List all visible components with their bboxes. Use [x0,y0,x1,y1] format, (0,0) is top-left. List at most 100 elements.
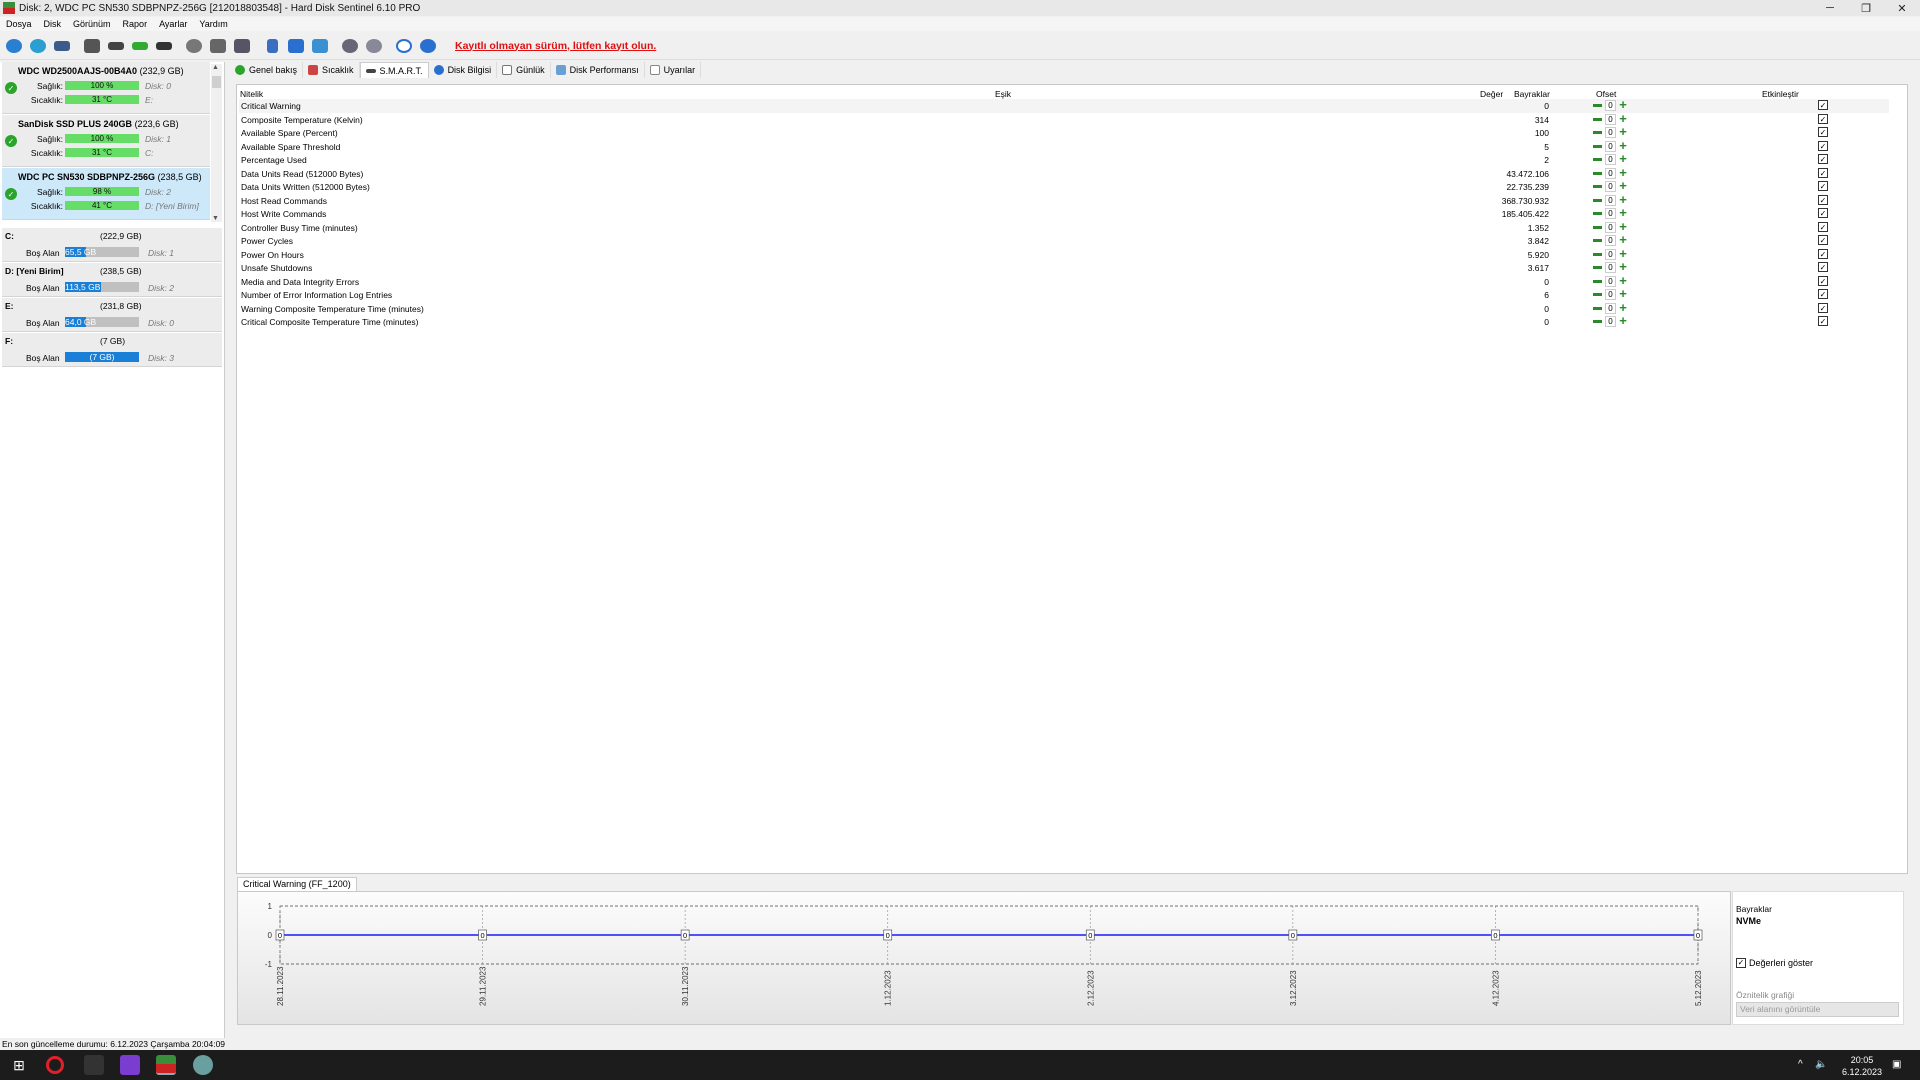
smart-row[interactable]: Media and Data Integrity Errors 0 0 + ✓ [239,274,1889,289]
offset-increase-button[interactable]: + [1617,166,1629,179]
offset-increase-button[interactable]: + [1617,179,1629,192]
disk-card-2[interactable]: WDC PC SN530 SDBPNPZ-256G (238,5 GB) ✓ S… [2,168,210,220]
smart-row[interactable]: Critical Composite Temperature Time (min… [239,314,1889,329]
col-value[interactable]: Değer [1480,89,1503,99]
offset-value[interactable]: 0 [1605,275,1616,287]
disk-surface-icon[interactable] [105,35,127,57]
app-icon-3[interactable] [193,1055,213,1075]
enable-checkbox[interactable]: ✓ [1818,221,1828,232]
offset-decrease-button[interactable] [1591,181,1604,192]
col-enable[interactable]: Etkinleştir [1762,89,1799,99]
list-icon[interactable] [51,35,73,57]
refresh-icon[interactable] [3,35,25,57]
start-icon[interactable]: ⊞ [9,1055,29,1075]
col-threshold[interactable]: Eşik [995,89,1011,99]
smart-row[interactable]: Available Spare Threshold 5 0 + ✓ [239,139,1889,154]
offset-value[interactable]: 0 [1605,235,1616,246]
offset-increase-button[interactable]: + [1617,314,1629,327]
disk-check-icon[interactable] [129,35,151,57]
offset-increase-button[interactable]: + [1617,301,1629,314]
offset-decrease-button[interactable] [1591,289,1604,300]
offset-increase-button[interactable]: + [1617,220,1629,233]
col-offset[interactable]: Ofset [1596,89,1616,99]
offset-increase-button[interactable]: + [1617,125,1629,138]
offset-value[interactable]: 0 [1605,167,1616,179]
offset-increase-button[interactable]: + [1617,247,1629,260]
offset-value[interactable]: 0 [1605,221,1616,233]
offset-decrease-button[interactable] [1591,262,1604,273]
disk-list-scrollbar[interactable]: ▲ ▼ [211,64,222,222]
disk-settings-icon[interactable] [153,35,175,57]
smart-row[interactable]: Available Spare (Percent) 100 0 + ✓ [239,125,1889,140]
enable-checkbox[interactable]: ✓ [1818,248,1828,259]
enable-checkbox[interactable]: ✓ [1818,194,1828,205]
volume-card-c[interactable]: C: (222,9 GB) Boş Alan 65,5 GB Disk: 1 [2,228,222,262]
speaker-icon[interactable]: 🔈 [1815,1059,1827,1070]
offset-value[interactable]: 0 [1605,289,1616,300]
offset-decrease-button[interactable] [1591,235,1604,246]
disk-info-icon[interactable] [183,35,205,57]
checkbox-icon[interactable]: ✓ [1736,958,1746,968]
enable-checkbox[interactable]: ✓ [1818,113,1828,124]
smart-row[interactable]: Composite Temperature (Kelvin) 314 0 + ✓ [239,112,1889,127]
minimize-icon[interactable]: ─ [1812,0,1848,16]
enable-checkbox[interactable]: ✓ [1818,275,1828,286]
menu-settings[interactable]: Ayarlar [153,19,193,29]
offset-increase-button[interactable]: + [1617,287,1629,300]
offset-increase-button[interactable]: + [1617,112,1629,125]
smart-row[interactable]: Host Write Commands 185.405.422 0 + ✓ [239,206,1889,221]
offset-value[interactable]: 0 [1605,208,1616,219]
offset-increase-button[interactable]: + [1617,206,1629,219]
scroll-up-icon[interactable]: ▲ [212,64,219,71]
smart-row[interactable]: Data Units Read (512000 Bytes) 43.472.106… [239,166,1889,181]
smart-row[interactable]: Number of Error Information Log Entries 6… [239,287,1889,302]
enable-checkbox[interactable]: ✓ [1818,181,1828,191]
offset-increase-button[interactable]: + [1617,98,1629,111]
offset-increase-button[interactable]: + [1617,139,1629,152]
hd-sentinel-taskbar-icon[interactable] [156,1055,176,1075]
graph-tab[interactable]: Critical Warning (FF_1200) [237,877,357,891]
offset-value[interactable]: 0 [1605,194,1616,206]
offset-decrease-button[interactable] [1591,316,1604,327]
offset-increase-button[interactable]: + [1617,152,1629,165]
register-link[interactable]: Kayıtlı olmayan sürüm, lütfen kayıt olun… [455,40,656,52]
tab-temperature[interactable]: Sıcaklık [303,62,360,78]
report-icon[interactable] [261,35,283,57]
offset-value[interactable]: 0 [1605,113,1616,125]
smart-row[interactable]: Percentage Used 2 0 + ✓ [239,152,1889,167]
smart-row[interactable]: Critical Warning 0 0 + ✓ [239,98,1889,113]
enable-checkbox[interactable]: ✓ [1818,127,1828,137]
offset-decrease-button[interactable] [1591,141,1604,152]
smart-row[interactable]: Unsafe Shutdowns 3.617 0 + ✓ [239,260,1889,275]
offset-value[interactable]: 0 [1605,154,1616,165]
smart-row[interactable]: Power Cycles 3.842 0 + ✓ [239,233,1889,248]
enable-checkbox[interactable]: ✓ [1818,100,1828,110]
menu-help[interactable]: Yardım [193,19,233,29]
advanced-settings-icon[interactable] [363,35,385,57]
menu-report[interactable]: Rapor [117,19,154,29]
offset-decrease-button[interactable] [1591,249,1604,260]
opera-icon[interactable] [46,1056,64,1074]
offset-value[interactable]: 0 [1605,140,1616,152]
mail-icon[interactable] [285,35,307,57]
gear-icon[interactable] [339,35,361,57]
offset-value[interactable]: 0 [1605,248,1616,260]
smart-row[interactable]: Warning Composite Temperature Time (minu… [239,301,1889,316]
enable-checkbox[interactable]: ✓ [1818,208,1828,218]
tray-chevron-icon[interactable]: ^ [1798,1059,1803,1070]
menu-view[interactable]: Görünüm [67,19,117,29]
scroll-thumb[interactable] [212,76,221,88]
help-icon[interactable] [393,35,415,57]
offset-value[interactable]: 0 [1605,302,1616,314]
refresh-all-icon[interactable] [27,35,49,57]
scroll-down-icon[interactable]: ▼ [212,215,219,222]
offset-increase-button[interactable]: + [1617,274,1629,287]
tab-overview[interactable]: Genel bakış [230,62,304,78]
tab-log[interactable]: Günlük [497,62,551,78]
offset-value[interactable]: 0 [1605,262,1616,273]
offset-value[interactable]: 0 [1605,181,1616,192]
disk-card-0[interactable]: WDC WD2500AAJS-00B4A0 (232,9 GB) ✓ Sağlı… [2,62,210,114]
offset-decrease-button[interactable] [1591,195,1604,206]
smart-row[interactable]: Host Read Commands 368.730.932 0 + ✓ [239,193,1889,208]
enable-checkbox[interactable]: ✓ [1818,154,1828,164]
